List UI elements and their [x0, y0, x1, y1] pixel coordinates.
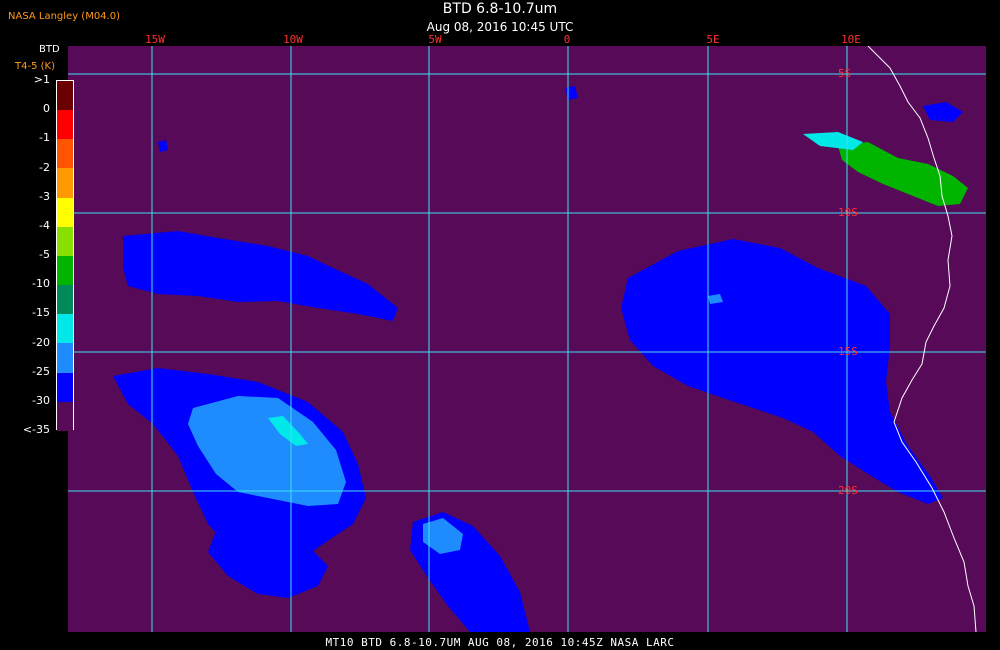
lat-label-5s: 5S — [838, 67, 852, 80]
legend-label: -20 — [32, 335, 50, 349]
lon-label-10e: 10E — [841, 33, 861, 46]
legend-swatch — [57, 139, 73, 169]
legend-label: -4 — [39, 218, 50, 232]
satellite-map[interactable] — [68, 46, 986, 632]
legend-label: >1 — [33, 73, 50, 86]
legend-label: -30 — [32, 393, 50, 407]
lat-label-20s: 20S — [838, 484, 858, 497]
cloud-fleck-north — [565, 86, 578, 100]
legend-swatch — [57, 81, 73, 111]
legend-swatch — [57, 372, 73, 402]
image-title: BTD 6.8-10.7um — [442, 1, 558, 17]
legend-label: 0 — [43, 102, 50, 116]
legend-label: -10 — [32, 277, 50, 291]
legend-swatch — [57, 343, 73, 373]
legend-swatch — [57, 255, 73, 286]
cloud-fleck-northwest — [158, 140, 168, 152]
lon-label-10w: 10W — [283, 33, 303, 46]
lon-label-5e: 5E — [706, 33, 720, 46]
legend-label: <-35 — [22, 423, 50, 436]
legend-swatch — [57, 285, 73, 315]
legend-swatch — [57, 401, 73, 431]
legend-swatch — [57, 110, 73, 140]
cloud-cluster-northeast-cyan — [803, 132, 863, 150]
cloud-cluster-northeast-blue — [923, 102, 963, 122]
legend-label: -25 — [32, 364, 50, 378]
legend-label: -15 — [32, 306, 50, 320]
legend-subtitle: T4-5 (K) — [15, 61, 55, 72]
lat-label-10s: 10S — [838, 206, 858, 219]
footer-caption: MT10 BTD 6.8-10.7UM AUG 08, 2016 10:45Z … — [325, 636, 675, 649]
cloud-region-northwest — [123, 231, 398, 321]
cloud-layer — [113, 86, 968, 632]
lon-label-15w: 15W — [145, 33, 165, 46]
legend-colorbar — [56, 80, 74, 431]
legend-label: -1 — [39, 131, 50, 145]
legend-label: -3 — [39, 189, 50, 203]
legend-swatch — [57, 168, 73, 198]
lat-label-15s: 15S — [838, 345, 858, 358]
legend-label: -2 — [39, 160, 50, 174]
legend-swatch — [57, 197, 73, 227]
lon-label-5w: 5W — [428, 33, 442, 46]
legend-label: -5 — [39, 248, 50, 261]
image-timestamp: Aug 08, 2016 10:45 UTC — [426, 20, 574, 34]
lon-label-0: 0 — [563, 33, 571, 46]
map-overlay — [68, 46, 986, 632]
legend-swatch — [57, 314, 73, 344]
cloud-cluster-northeast — [838, 142, 968, 206]
cloud-region-east — [621, 239, 943, 504]
legend-title: BTD — [39, 44, 60, 55]
legend-swatch — [57, 226, 73, 256]
